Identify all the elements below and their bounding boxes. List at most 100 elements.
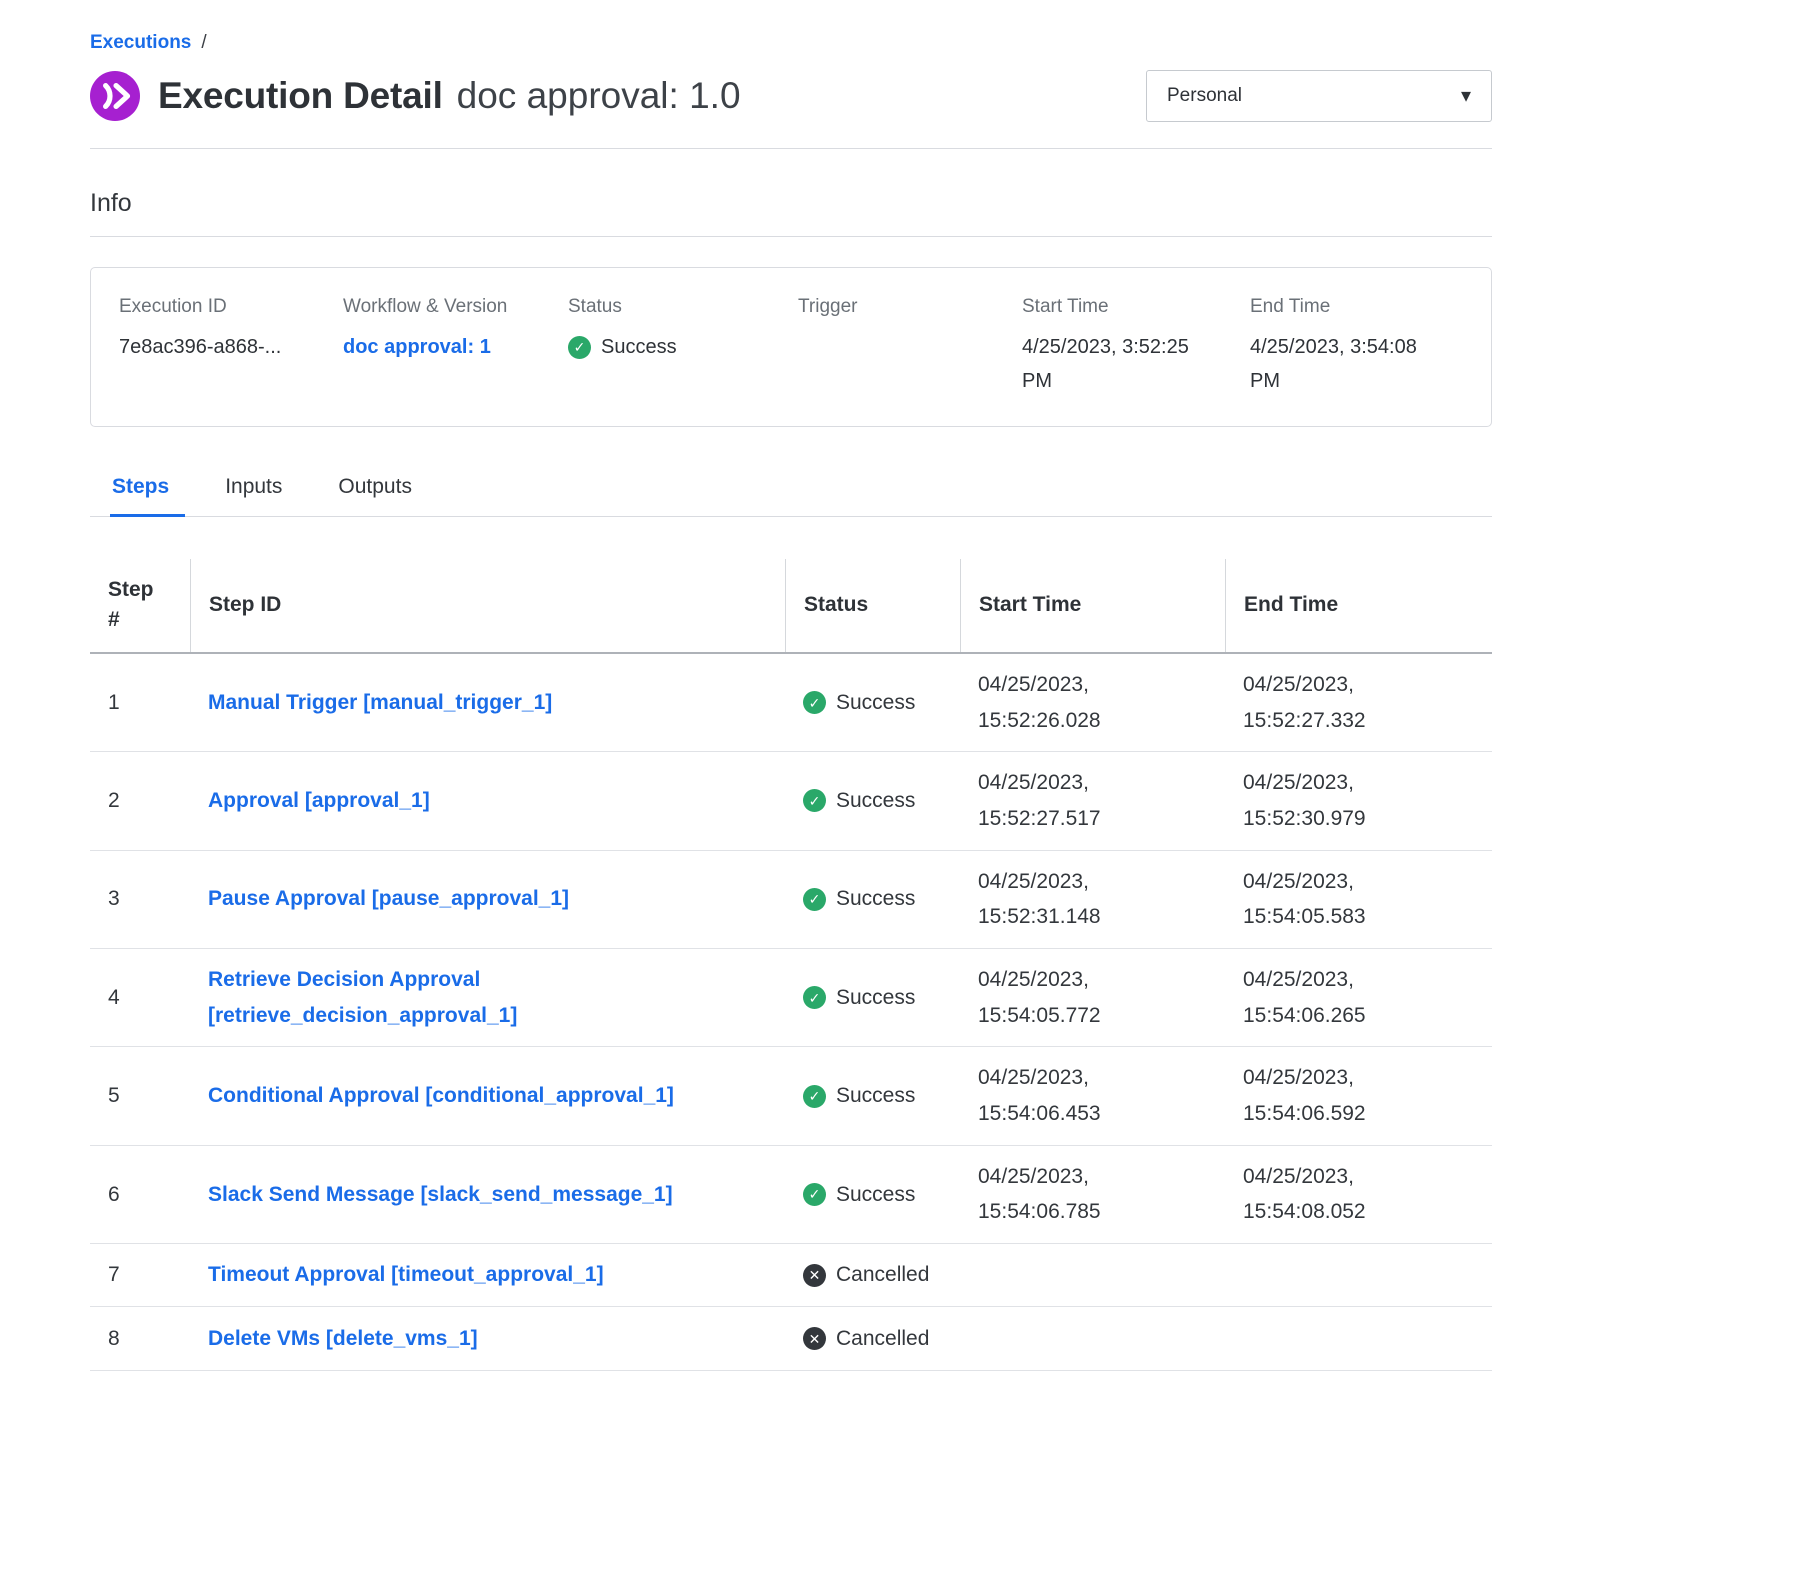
tab-outputs[interactable]: Outputs [322, 475, 428, 517]
chevron-down-icon: ▾ [1461, 86, 1471, 106]
detail-tabs: Steps Inputs Outputs [90, 475, 1492, 517]
info-label: Status [568, 296, 788, 318]
start-time-cell: 04/25/2023, 15:54:06.785 [960, 1146, 1225, 1243]
header-end-time: End Time [1225, 559, 1492, 652]
status-cell: ✓ Success [785, 1164, 960, 1226]
end-time-cell [1225, 1308, 1492, 1370]
workflow-version-link[interactable]: doc approval: 1 [343, 336, 491, 358]
status-icon: ✓ [803, 789, 826, 812]
table-row: 6 Slack Send Message [slack_send_message… [90, 1146, 1492, 1244]
scope-dropdown-value: Personal [1167, 85, 1242, 107]
step-id-link[interactable]: Approval [approval_1] [208, 789, 430, 812]
status-cell: ✓ Success [785, 1065, 960, 1127]
step-id-link[interactable]: Delete VMs [delete_vms_1] [208, 1327, 478, 1350]
info-field-trigger: Trigger [798, 296, 1022, 330]
header-status: Status [785, 559, 960, 652]
status-label: Success [836, 980, 915, 1016]
start-time-cell [960, 1308, 1225, 1370]
status-icon: ✓ [803, 986, 826, 1009]
info-field-start-time: Start Time 4/25/2023, 3:52:25 PM [1022, 296, 1250, 398]
step-id-link[interactable]: Pause Approval [pause_approval_1] [208, 887, 569, 910]
end-time-cell: 04/25/2023, 15:52:27.332 [1225, 654, 1492, 751]
step-number: 6 [90, 1164, 190, 1226]
status-icon: ✓ [803, 1085, 826, 1108]
status-label: Success [836, 685, 915, 721]
header-start-time: Start Time [960, 559, 1225, 652]
status-label: Success [601, 330, 677, 364]
info-field-end-time: End Time 4/25/2023, 3:54:08 PM [1250, 296, 1463, 398]
info-label: Start Time [1022, 296, 1240, 318]
end-time-cell: 04/25/2023, 15:54:05.583 [1225, 851, 1492, 948]
title-row: Execution Detail doc approval: 1.0 Perso… [90, 70, 1492, 122]
info-label: Execution ID [119, 296, 333, 318]
status-label: Success [836, 783, 915, 819]
status-label: Cancelled [836, 1321, 929, 1357]
start-time-cell: 04/25/2023, 15:52:26.028 [960, 654, 1225, 751]
end-time-cell: 04/25/2023, 15:54:08.052 [1225, 1146, 1492, 1243]
end-time-cell: 04/25/2023, 15:54:06.592 [1225, 1047, 1492, 1144]
step-number: 7 [90, 1244, 190, 1306]
info-section-heading: Info [90, 189, 1492, 218]
status-cell: ✓ Success [785, 967, 960, 1029]
status-cell: ✕ Cancelled [785, 1244, 960, 1306]
status-cell: ✓ Success [785, 868, 960, 930]
header-step-id: Step ID [190, 559, 785, 652]
workflow-logo-icon [90, 71, 140, 121]
info-heading-divider [90, 236, 1492, 237]
info-field-status: Status ✓ Success [568, 296, 798, 364]
step-id-link[interactable]: Timeout Approval [timeout_approval_1] [208, 1263, 604, 1286]
execution-status: ✓ Success [568, 330, 788, 364]
status-icon: ✓ [803, 888, 826, 911]
status-label: Success [836, 1078, 915, 1114]
status-icon: ✓ [803, 1183, 826, 1206]
status-label: Cancelled [836, 1257, 929, 1293]
table-row: 4 Retrieve Decision Approval [retrieve_d… [90, 949, 1492, 1047]
step-number: 2 [90, 770, 190, 832]
info-label: Workflow & Version [343, 296, 558, 318]
step-number: 4 [90, 967, 190, 1029]
step-number: 3 [90, 868, 190, 930]
success-icon: ✓ [568, 336, 591, 359]
breadcrumb-separator: / [201, 32, 206, 54]
table-row: 5 Conditional Approval [conditional_appr… [90, 1047, 1492, 1145]
start-time-cell: 04/25/2023, 15:52:31.148 [960, 851, 1225, 948]
end-time-value: 4/25/2023, 3:54:08 PM [1250, 330, 1450, 398]
end-time-cell [1225, 1244, 1492, 1306]
scope-dropdown[interactable]: Personal ▾ [1146, 70, 1492, 122]
tab-steps[interactable]: Steps [110, 475, 185, 517]
start-time-cell [960, 1244, 1225, 1306]
info-label: Trigger [798, 296, 1012, 318]
breadcrumb-executions-link[interactable]: Executions [90, 32, 191, 54]
steps-table: Step # Step ID Status Start Time End Tim… [90, 559, 1492, 1371]
table-row: 8 Delete VMs [delete_vms_1] ✕ Cancelled [90, 1307, 1492, 1370]
page-subtitle: doc approval: 1.0 [457, 75, 741, 117]
status-icon: ✕ [803, 1327, 826, 1350]
step-id-link[interactable]: Manual Trigger [manual_trigger_1] [208, 691, 552, 714]
check-glyph: ✓ [574, 340, 586, 354]
start-time-cell: 04/25/2023, 15:52:27.517 [960, 752, 1225, 849]
table-row: 1 Manual Trigger [manual_trigger_1] ✓ Su… [90, 654, 1492, 752]
execution-id-value: 7e8ac396-a868-... [119, 330, 333, 364]
status-icon: ✓ [803, 691, 826, 714]
step-id-link[interactable]: Conditional Approval [conditional_approv… [208, 1084, 674, 1107]
breadcrumb: Executions / [90, 0, 1492, 54]
status-cell: ✓ Success [785, 770, 960, 832]
status-icon: ✕ [803, 1264, 826, 1287]
info-field-execution-id: Execution ID 7e8ac396-a868-... [119, 296, 343, 364]
tab-inputs[interactable]: Inputs [209, 475, 298, 517]
info-field-workflow-version: Workflow & Version doc approval: 1 [343, 296, 568, 364]
title-divider [90, 148, 1492, 149]
step-id-link[interactable]: Retrieve Decision Approval [retrieve_dec… [208, 968, 517, 1027]
step-id-link[interactable]: Slack Send Message [slack_send_message_1… [208, 1183, 673, 1206]
info-label: End Time [1250, 296, 1453, 318]
status-label: Success [836, 1177, 915, 1213]
table-row: 3 Pause Approval [pause_approval_1] ✓ Su… [90, 851, 1492, 949]
page-title: Execution Detail [158, 75, 443, 117]
start-time-cell: 04/25/2023, 15:54:05.772 [960, 949, 1225, 1046]
info-card: Execution ID 7e8ac396-a868-... Workflow … [90, 267, 1492, 427]
table-row: 7 Timeout Approval [timeout_approval_1] … [90, 1244, 1492, 1307]
table-header: Step # Step ID Status Start Time End Tim… [90, 559, 1492, 654]
step-number: 8 [90, 1308, 190, 1370]
table-row: 2 Approval [approval_1] ✓ Success 04/25/… [90, 752, 1492, 850]
status-label: Success [836, 881, 915, 917]
